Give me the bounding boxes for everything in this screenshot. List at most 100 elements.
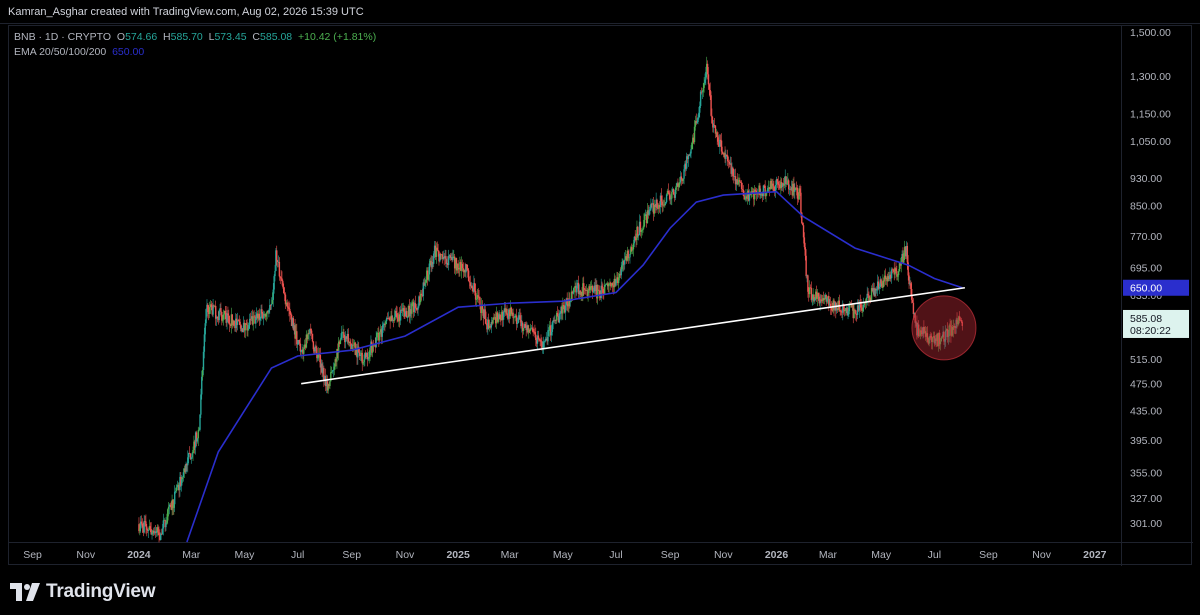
low-value: 573.45 (214, 31, 247, 43)
candle (391, 308, 393, 322)
symbol-row: BNB · 1D · CRYPTO O574.66 H585.70 L573.4… (14, 31, 377, 43)
y-tick-label: 395.00 (1130, 435, 1162, 447)
highlight-circle[interactable] (911, 295, 977, 361)
candle (524, 321, 527, 328)
candle (215, 300, 217, 326)
candle (732, 166, 734, 181)
price-chart[interactable]: 1,500.00 1,300.00 1,150.00 1,050.00 930.00 85… (9, 26, 1193, 566)
x-tick-label: May (871, 549, 892, 561)
candle (527, 324, 529, 335)
open-value: 574.66 (125, 31, 158, 43)
candle (233, 320, 235, 327)
candle (882, 274, 884, 291)
y-tick-label: 1,500.00 (1130, 27, 1171, 39)
x-tick-label: 2025 (446, 549, 470, 561)
last-price-tag-text: 585.08 (1130, 313, 1162, 325)
candle (665, 193, 668, 204)
candle (303, 339, 306, 350)
x-tick-label: Nov (1032, 549, 1051, 561)
candle (830, 301, 833, 315)
candle (143, 514, 145, 534)
x-tick-label: Sep (342, 549, 361, 561)
candle (502, 310, 505, 327)
symbol-label[interactable]: BNB · 1D · CRYPTO (14, 31, 111, 43)
legend: BNB · 1D · CRYPTO O574.66 H585.70 L573.4… (14, 30, 376, 60)
candle (399, 305, 402, 326)
candle (600, 278, 602, 302)
candle (713, 119, 715, 133)
candle (452, 249, 454, 262)
candle (246, 318, 248, 337)
candle (425, 279, 427, 287)
ema-price-tag-text: 650.00 (1130, 283, 1162, 295)
candle (265, 312, 267, 322)
candle (330, 366, 333, 374)
chart-area[interactable]: 1,500.00 1,300.00 1,150.00 1,050.00 930.00 85… (8, 25, 1193, 566)
x-tick-label: Jul (928, 549, 941, 561)
candle (319, 347, 322, 375)
y-tick-label: 355.00 (1130, 468, 1162, 480)
candle (840, 310, 842, 316)
candle (529, 323, 532, 335)
candle (556, 306, 559, 317)
candle (431, 256, 433, 272)
candle (573, 286, 575, 298)
candle (838, 294, 840, 312)
candle (650, 198, 652, 212)
candle (773, 181, 775, 193)
candle (188, 446, 191, 454)
x-tick-label: Nov (76, 549, 95, 561)
candle (620, 261, 622, 280)
candle (842, 300, 844, 321)
candle (608, 283, 610, 294)
candle (366, 348, 369, 367)
candle (357, 340, 359, 365)
candle (457, 260, 459, 274)
candle (753, 185, 756, 206)
candle (603, 279, 606, 295)
y-tick-label: 1,050.00 (1130, 136, 1171, 148)
candle (855, 310, 857, 321)
candle (197, 426, 199, 447)
candle (361, 347, 363, 371)
high-value: 585.70 (170, 31, 203, 43)
support-trendline[interactable] (301, 286, 965, 385)
candle (724, 146, 726, 163)
candle (667, 183, 670, 195)
candle (436, 241, 438, 251)
candle (558, 310, 561, 324)
candle (344, 331, 347, 349)
candle (228, 309, 230, 325)
candle (312, 340, 315, 354)
ema-line (186, 190, 963, 543)
tradingview-logo[interactable]: TradingView (10, 581, 156, 603)
candle (829, 296, 832, 315)
x-tick-label: May (235, 549, 256, 561)
x-tick-label: Jul (291, 549, 304, 561)
candle (247, 322, 249, 337)
y-tick-label: 930.00 (1130, 173, 1162, 185)
candle (347, 328, 349, 346)
close-value: 585.08 (260, 31, 293, 43)
candle (870, 285, 873, 301)
candle (896, 265, 898, 281)
candle (598, 285, 601, 301)
candle (752, 188, 754, 193)
x-tick-label: 2024 (127, 549, 151, 561)
candle (777, 175, 779, 190)
candle (759, 182, 761, 199)
y-tick-label: 1,150.00 (1130, 108, 1171, 120)
candle (307, 329, 309, 341)
candle (677, 178, 679, 192)
candle (490, 317, 493, 334)
candle (637, 234, 640, 241)
indicator-label[interactable]: EMA 20/50/100/200 (14, 46, 106, 58)
candle (262, 310, 265, 326)
candle (337, 337, 340, 361)
candle (329, 381, 331, 390)
candle (145, 514, 147, 534)
candle (388, 316, 390, 321)
candle (798, 185, 800, 201)
candle (687, 154, 690, 167)
candle (221, 311, 223, 326)
